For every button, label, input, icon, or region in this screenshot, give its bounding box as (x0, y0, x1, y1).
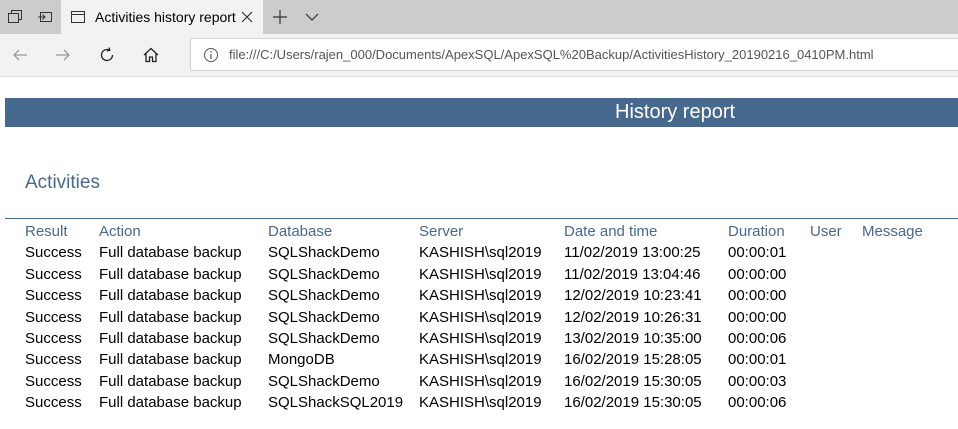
cell-datetime: 11/02/2019 13:04:46 (564, 265, 701, 283)
table-row: Success Full database backup SQLShackDem… (0, 285, 958, 306)
cell-result: Success (25, 287, 82, 305)
cell-duration: 00:00:00 (728, 287, 787, 305)
cell-database: SQLShackDemo (268, 287, 380, 305)
cell-database: SQLShackDemo (268, 265, 380, 283)
cell-action: Full database backup (99, 394, 242, 412)
address-bar[interactable]: file:///C:/Users/rajen_000/Documents/Ape… (190, 38, 958, 71)
cell-duration: 00:00:03 (728, 372, 787, 390)
table-row: Success Full database backup SQLShackSQL… (0, 392, 958, 413)
cell-datetime: 16/02/2019 15:28:05 (564, 351, 702, 369)
table-row: Success Full database backup SQLShackDem… (0, 371, 958, 392)
cell-server: KASHISH\sql2019 (419, 308, 542, 326)
cell-database: SQLShackDemo (268, 329, 380, 347)
cell-action: Full database backup (99, 308, 242, 326)
chevron-down-icon (305, 13, 319, 21)
cell-duration: 00:00:01 (728, 351, 787, 369)
info-icon[interactable] (203, 47, 219, 63)
table-row: Success Full database backup SQLShackDem… (0, 242, 958, 263)
cell-result: Success (25, 394, 82, 412)
new-tab-button[interactable] (265, 0, 295, 34)
cell-database: SQLShackSQL2019 (268, 394, 404, 412)
tab-title: Activities history report (95, 9, 236, 25)
cell-action: Full database backup (99, 265, 242, 283)
activities-table: Result Action Database Server Date and t… (0, 221, 958, 414)
cell-duration: 00:00:01 (728, 244, 787, 262)
cell-database: SQLShackDemo (268, 372, 380, 390)
table-row: Success Full database backup SQLShackDem… (0, 264, 958, 285)
cell-server: KASHISH\sql2019 (419, 265, 542, 283)
cell-action: Full database backup (99, 351, 242, 369)
cell-server: KASHISH\sql2019 (419, 394, 542, 412)
cell-result: Success (25, 244, 82, 262)
section-title: Activities (25, 172, 100, 193)
report-title: History report (615, 101, 736, 123)
cell-duration: 00:00:00 (728, 308, 787, 326)
cell-server: KASHISH\sql2019 (419, 372, 542, 390)
tab-strip: Activities history report (0, 0, 958, 34)
cell-server: KASHISH\sql2019 (419, 351, 542, 369)
cell-action: Full database backup (99, 372, 242, 390)
cell-datetime: 16/02/2019 15:30:05 (564, 372, 702, 390)
set-aside-button[interactable] (30, 0, 60, 34)
section-divider (5, 218, 958, 219)
url-text[interactable]: file:///C:/Users/rajen_000/Documents/Ape… (229, 39, 874, 70)
navigation-bar: file:///C:/Users/rajen_000/Documents/Ape… (0, 34, 958, 77)
cell-result: Success (25, 265, 82, 283)
cell-duration: 00:00:00 (728, 265, 787, 283)
cell-result: Success (25, 329, 82, 347)
cell-server: KASHISH\sql2019 (419, 287, 542, 305)
cell-action: Full database backup (99, 287, 242, 305)
cell-server: KASHISH\sql2019 (419, 329, 542, 347)
cell-datetime: 16/02/2019 15:30:05 (564, 394, 702, 412)
plus-icon (273, 10, 287, 24)
cell-database: SQLShackDemo (268, 244, 380, 262)
table-row: Success Full database backup SQLShackDem… (0, 307, 958, 328)
tabs-aside-button[interactable] (0, 0, 30, 34)
arrow-right-icon (56, 49, 70, 61)
close-icon[interactable] (239, 9, 255, 25)
forward-button[interactable] (47, 39, 79, 71)
cell-duration: 00:00:06 (728, 394, 787, 412)
cell-result: Success (25, 308, 82, 326)
column-header-user: User (810, 223, 842, 240)
home-icon (143, 47, 159, 63)
tab-activities-history[interactable]: Activities history report (61, 0, 263, 34)
column-header-database: Database (268, 223, 333, 240)
home-button[interactable] (135, 39, 167, 71)
column-header-message: Message (862, 223, 923, 240)
cell-datetime: 12/02/2019 10:26:31 (564, 308, 702, 326)
cell-datetime: 11/02/2019 13:00:25 (564, 244, 701, 262)
back-button[interactable] (4, 39, 36, 71)
column-header-datetime: Date and time (564, 223, 658, 240)
table-row: Success Full database backup SQLShackDem… (0, 328, 958, 349)
cell-duration: 00:00:06 (728, 329, 787, 347)
report-banner: History report (5, 98, 958, 127)
column-header-server: Server (419, 223, 464, 240)
arrow-left-icon (13, 49, 27, 61)
column-header-result: Result (25, 223, 68, 240)
cell-server: KASHISH\sql2019 (419, 244, 542, 262)
cell-action: Full database backup (99, 329, 242, 347)
cell-database: SQLShackDemo (268, 308, 380, 326)
cell-action: Full database backup (99, 244, 242, 262)
cell-datetime: 12/02/2019 10:23:41 (564, 287, 702, 305)
cell-result: Success (25, 351, 82, 369)
cell-datetime: 13/02/2019 10:35:00 (564, 329, 702, 347)
table-row: Success Full database backup MongoDB KAS… (0, 349, 958, 370)
column-header-duration: Duration (728, 223, 785, 240)
page-icon (71, 11, 85, 23)
cell-result: Success (25, 372, 82, 390)
column-header-action: Action (99, 223, 141, 240)
refresh-icon (100, 47, 114, 62)
cell-database: MongoDB (268, 351, 335, 369)
tab-menu-button[interactable] (297, 0, 327, 34)
set-aside-icon (38, 12, 52, 22)
refresh-button[interactable] (91, 39, 123, 71)
tabs-aside-icon (8, 10, 22, 23)
table-header-row: Result Action Database Server Date and t… (0, 221, 958, 242)
